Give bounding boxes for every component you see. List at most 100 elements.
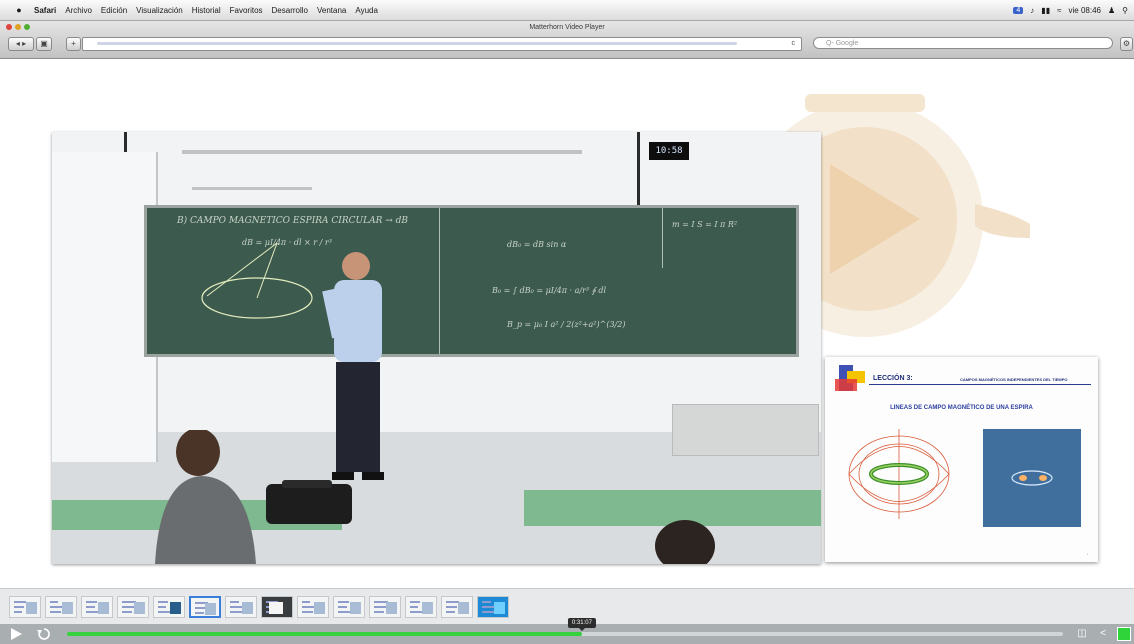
thumbnail-line [122, 606, 134, 608]
thumbnail-line [374, 606, 386, 608]
board-formula: dB₀ = dB sin α [507, 240, 567, 249]
browser-toolbar: Matterhorn Video Player ◂ ▸ ▣ + c Q- Goo… [0, 21, 1134, 59]
slide-lesson: LECCIÓN 3: [873, 375, 913, 382]
slide-thumbnail[interactable] [189, 596, 221, 618]
slide-subtitle: CAMPOS MAGNÉTICOS INDEPENDIENTES DEL TIE… [960, 377, 1068, 382]
back-forward-button[interactable]: ◂ ▸ [8, 37, 34, 51]
thumbnail-line [158, 606, 166, 608]
slide-video[interactable]: LECCIÓN 3: CAMPOS MAGNÉTICOS INDEPENDIEN… [825, 357, 1098, 562]
slide-thumbnail[interactable] [405, 596, 437, 618]
thumbnail-image [458, 602, 469, 614]
user-icon[interactable]: ♟ [1108, 6, 1115, 15]
student [655, 520, 715, 564]
thumbnail-line [86, 601, 97, 603]
ceiling-light [182, 150, 582, 154]
slide-heading: LINEAS DE CAMPO MAGNÉTICO DE UNA ESPIRA [890, 405, 1033, 411]
thumbnail-line [482, 611, 494, 613]
lecturer [322, 252, 384, 480]
volume-icon[interactable]: ♪ [1030, 6, 1034, 15]
slide-thumbnail[interactable] [477, 596, 509, 618]
thumbnail-image [62, 602, 73, 614]
menu-ventana[interactable]: Ventana [317, 6, 346, 15]
dropbox-badge[interactable]: 4 [1013, 6, 1024, 14]
thumbnail-line [410, 606, 418, 608]
thumbnail-image [350, 602, 361, 614]
thumbnail-line [86, 606, 95, 608]
thumbnail-line [230, 601, 239, 603]
thumbnail-line [50, 601, 58, 603]
menu-ayuda[interactable]: Ayuda [355, 6, 378, 15]
play-icon[interactable] [10, 628, 22, 640]
spotlight-icon[interactable]: ⚲ [1122, 6, 1128, 15]
menu-desarrollo[interactable]: Desarrollo [272, 6, 308, 15]
wall-clock: 10:58 [649, 142, 689, 160]
blackboard: B) CAMPO MAGNETICO ESPIRA CIRCULAR → dB … [144, 205, 799, 357]
backpack [266, 480, 352, 524]
reload-button[interactable]: c [792, 38, 796, 50]
share-icon[interactable]: < [1097, 627, 1109, 641]
thumbnail-line [482, 601, 491, 603]
thumbnail-image [269, 602, 283, 614]
address-bar[interactable]: c [82, 37, 802, 51]
course-logo-icon [835, 365, 865, 391]
slide-thumbnail[interactable] [45, 596, 77, 618]
menu-visualizacion[interactable]: Visualización [136, 6, 183, 15]
student [155, 430, 256, 564]
menu-favoritos[interactable]: Favoritos [230, 6, 263, 15]
page-load-progress [97, 42, 737, 45]
slide-thumbnail[interactable] [369, 596, 401, 618]
thumbnail-line [338, 601, 349, 603]
menu-clock[interactable]: vie 08:46 [1069, 6, 1101, 15]
thumbnail-line [302, 611, 313, 613]
thumbnail-line [122, 611, 132, 613]
lecture-video[interactable]: 10:58 B) CAMPO MAGNETICO ESPIRA CIRCULAR… [52, 132, 821, 564]
menu-edicion[interactable]: Edición [101, 6, 127, 15]
window-title: Matterhorn Video Player [529, 24, 605, 31]
slide-thumbnails [9, 596, 509, 618]
menu-archivo[interactable]: Archivo [65, 6, 92, 15]
board-divider [439, 208, 440, 354]
player-page: 10:58 B) CAMPO MAGNETICO ESPIRA CIRCULAR… [0, 59, 1134, 588]
slide-thumbnail[interactable] [117, 596, 149, 618]
thumbnail-line [14, 606, 24, 608]
reader-button[interactable]: ▣ [36, 37, 52, 51]
progress-bar[interactable]: 0:31:07 [67, 618, 1063, 636]
add-bookmark-button[interactable]: + [66, 37, 81, 51]
thumbnail-line [50, 611, 61, 613]
thumbnail-line [14, 611, 22, 613]
slide-thumbnail[interactable] [261, 596, 293, 618]
board-formula: m = I S = I π R² [672, 220, 738, 229]
slide-footer: ▪ [1086, 552, 1088, 556]
slide-thumbnail[interactable] [153, 596, 185, 618]
thumbnail-image [386, 602, 397, 614]
menu-historial[interactable]: Historial [192, 6, 221, 15]
thumbnail-line [230, 611, 242, 613]
thumbnail-image [314, 602, 325, 614]
board-formula: B₀ = ∫ dB₀ = μI/4π · a/r³ ∮ dl [492, 286, 607, 295]
thumbnail-image [242, 602, 253, 614]
time-tooltip: 0:31:07 [567, 618, 596, 631]
slide-rule [869, 384, 1091, 385]
fullscreen-icon[interactable] [1117, 627, 1131, 641]
thumbnail-image [98, 602, 109, 614]
layout-icon[interactable]: ◫ [1075, 627, 1089, 641]
settings-button[interactable]: ⚙ [1120, 37, 1133, 51]
replay-icon[interactable] [37, 627, 51, 641]
wifi-icon[interactable]: ≈ [1057, 6, 1061, 15]
player-controls: 0:31:07 ◫ < [0, 588, 1134, 644]
slide-thumbnail[interactable] [81, 596, 113, 618]
apple-icon[interactable]: ● [12, 5, 26, 15]
menu-app-name[interactable]: Safari [34, 6, 56, 15]
projection-screen [52, 152, 158, 462]
slide-thumbnail[interactable] [441, 596, 473, 618]
slide-thumbnail[interactable] [333, 596, 365, 618]
battery-icon[interactable]: ▮▮ [1041, 6, 1050, 15]
slide-thumbnail[interactable] [225, 596, 257, 618]
search-input[interactable]: Q- Google [813, 37, 1113, 49]
mac-menu-bar: ● Safari Archivo Edición Visualización H… [0, 0, 1134, 21]
thumbnail-image [134, 602, 145, 614]
slide-thumbnail[interactable] [297, 596, 329, 618]
thumbnail-line [410, 601, 420, 603]
thumbnail-image [205, 603, 216, 615]
slide-thumbnail[interactable] [9, 596, 41, 618]
